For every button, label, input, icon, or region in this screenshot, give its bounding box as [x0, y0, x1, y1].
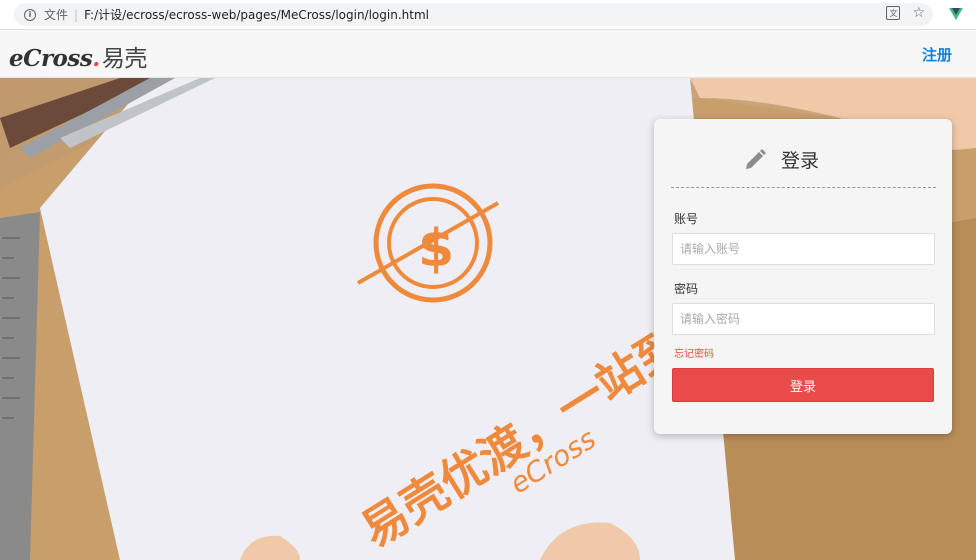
login-button[interactable]: 登录 [672, 368, 934, 402]
logo-text: eCross [9, 45, 93, 72]
url-scheme-label: 文件 [44, 8, 69, 22]
vue-devtools-icon[interactable] [948, 6, 964, 22]
logo-dot: . [92, 45, 100, 72]
logo-chinese-text: 易壳 [101, 46, 148, 72]
site-logo[interactable]: eCross.易壳 [9, 39, 147, 73]
url-separator: | [74, 7, 79, 22]
address-bar-actions: 文 ☆ [886, 6, 925, 20]
forgot-password-link[interactable]: 忘记密码 [674, 345, 714, 360]
star-icon[interactable]: ☆ [912, 6, 925, 20]
browser-toolbar: i 文件 | F:/计设/ecross/ecross-web/pages/MeC… [0, 0, 976, 30]
url-text[interactable]: F:/计设/ecross/ecross-web/pages/MeCross/lo… [84, 6, 429, 23]
password-label: 密码 [674, 282, 699, 296]
pencil-icon [746, 149, 766, 169]
site-header: eCross.易壳 注册 [0, 31, 976, 78]
login-title: 登录 [781, 150, 820, 172]
translate-icon[interactable]: 文 [886, 6, 901, 20]
password-input[interactable] [672, 303, 935, 335]
login-card-header: 登录 [671, 119, 936, 188]
account-label: 账号 [674, 212, 699, 226]
account-input[interactable] [672, 233, 935, 265]
address-bar[interactable]: i 文件 | F:/计设/ecross/ecross-web/pages/MeC… [14, 3, 933, 26]
info-icon[interactable]: i [24, 8, 36, 21]
svg-text:$: $ [418, 219, 454, 279]
register-link[interactable]: 注册 [922, 44, 952, 65]
login-card: 登录 账号 密码 忘记密码 登录 [654, 119, 952, 434]
